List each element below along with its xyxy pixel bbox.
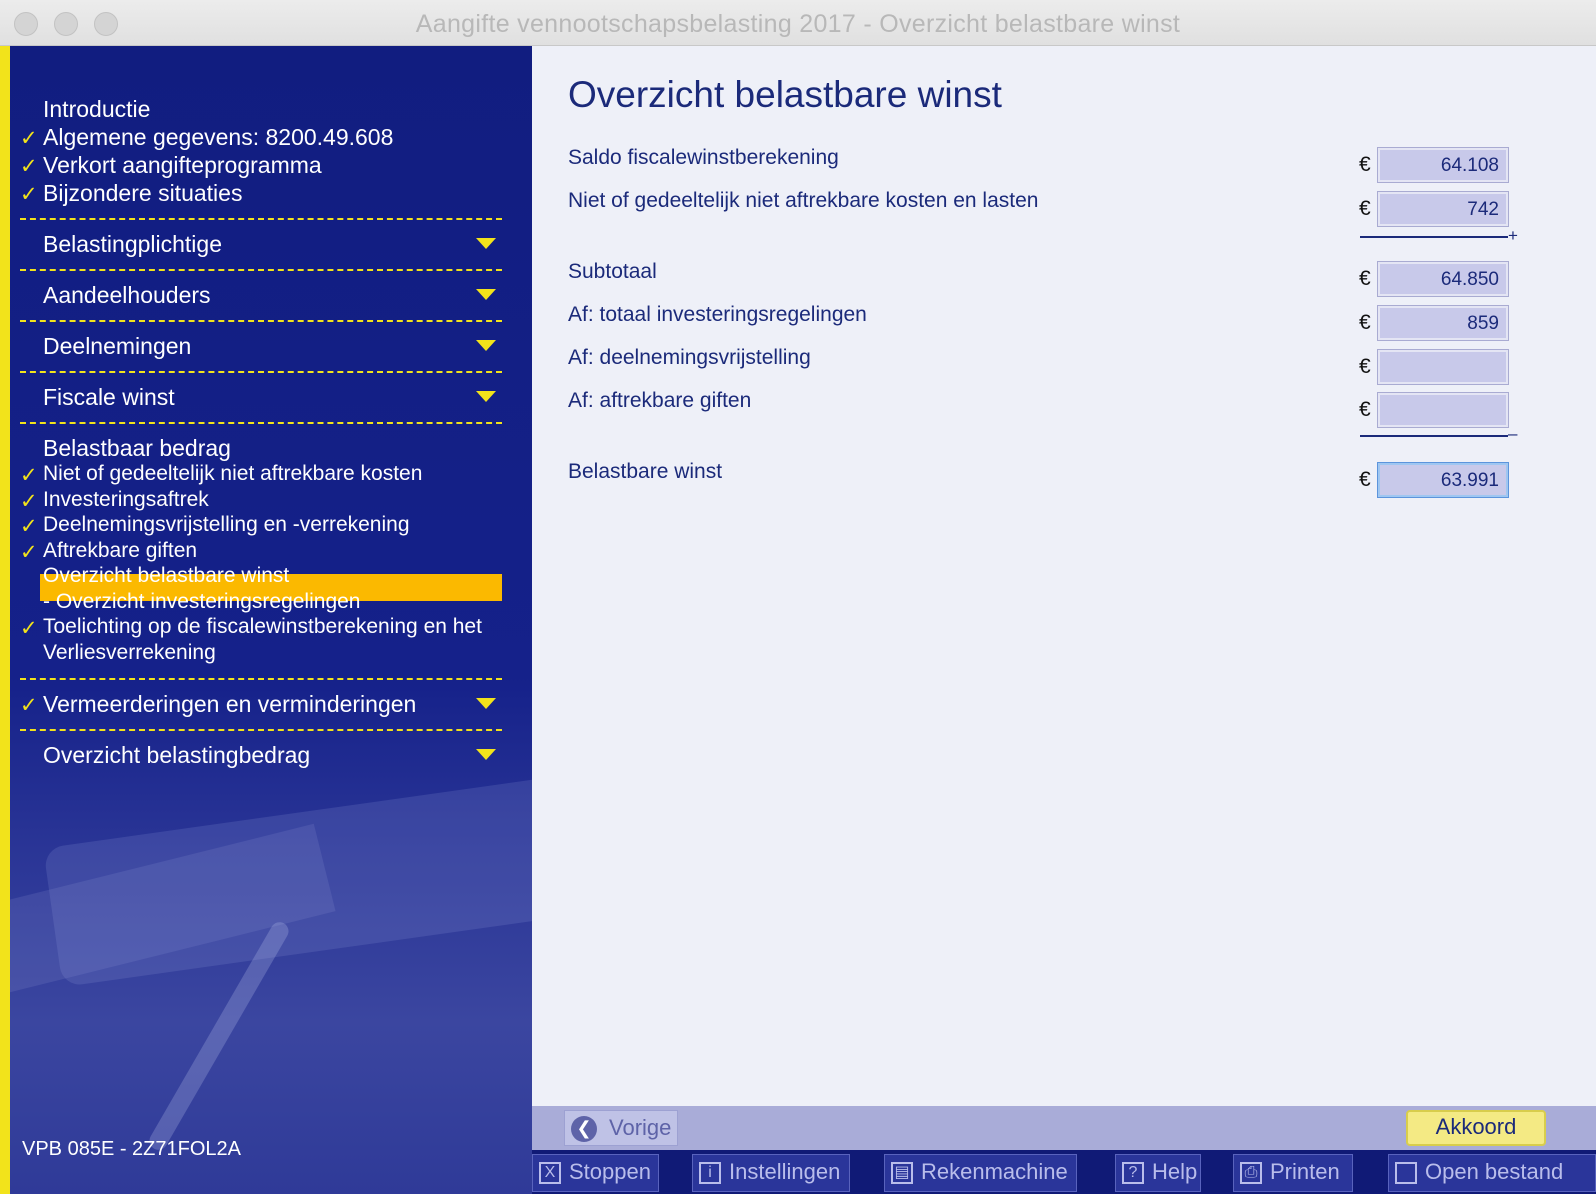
row-label-investeringsregelingen: Af: totaal investeringsregelingen	[568, 303, 867, 326]
euro-sign: €	[1359, 311, 1371, 334]
help-button-label: Help	[1152, 1159, 1198, 1184]
subtotaal-field[interactable]: 64.850	[1377, 261, 1509, 297]
sidebar-item-verliesverrekening[interactable]: Verliesverrekening	[43, 641, 216, 665]
open-file-button[interactable]: Open bestand	[1388, 1154, 1596, 1192]
row-label-aftrekbare-giften: Af: aftrekbare giften	[568, 389, 752, 412]
stop-button-label: Stoppen	[569, 1159, 651, 1184]
sidebar-divider	[20, 422, 502, 424]
euro-sign: €	[1359, 197, 1371, 220]
investeringsregelingen-field[interactable]: 859	[1377, 305, 1509, 341]
check-icon: ✓	[20, 183, 38, 206]
expand-arrow-icon[interactable]	[476, 749, 496, 760]
check-icon: ✓	[20, 694, 38, 717]
sidebar-accent-strip	[0, 46, 10, 1194]
close-box-icon: X	[539, 1162, 561, 1184]
sidebar-item-deelnemingsvrijstelling[interactable]: Deelnemingsvrijstelling en -verrekening	[43, 513, 410, 537]
check-icon: ✓	[20, 515, 38, 538]
sidebar-divider	[20, 729, 502, 731]
expand-arrow-icon[interactable]	[476, 698, 496, 709]
check-icon: ✓	[20, 464, 38, 487]
sidebar-item-introductie[interactable]: Introductie	[43, 96, 150, 123]
sidebar-divider	[20, 218, 502, 220]
open-file-button-label: Open bestand	[1425, 1159, 1564, 1184]
expand-arrow-icon[interactable]	[476, 391, 496, 402]
euro-sign: €	[1359, 468, 1371, 491]
sidebar-item-bijzondere-situaties[interactable]: Bijzondere situaties	[43, 180, 242, 207]
sidebar-item-aandeelhouders[interactable]: Aandeelhouders	[43, 282, 211, 309]
expand-arrow-icon[interactable]	[476, 340, 496, 351]
sidebar-divider	[20, 371, 502, 373]
euro-sign: €	[1359, 355, 1371, 378]
sidebar-item-fiscale-winst[interactable]: Fiscale winst	[43, 384, 175, 411]
navigation-bar: ❮ Vorige Akkoord	[532, 1106, 1596, 1150]
back-arrow-icon: ❮	[571, 1116, 597, 1142]
calculator-button-label: Rekenmachine	[921, 1159, 1068, 1184]
bottom-toolbar: X Stoppen i Instellingen ▤ Rekenmachine …	[532, 1150, 1596, 1194]
row-label-deelnemingsvrijstelling: Af: deelnemingsvrijstelling	[568, 346, 811, 369]
check-icon: ✓	[20, 155, 38, 178]
print-button-label: Printen	[1270, 1159, 1340, 1184]
check-icon: ✓	[20, 617, 38, 640]
euro-sign: €	[1359, 153, 1371, 176]
check-icon: ✓	[20, 541, 38, 564]
sidebar-item-overzicht-investeringsregelingen[interactable]: - Overzicht investeringsregelingen	[43, 590, 360, 614]
main-panel: Overzicht belastbare winst Saldo fiscale…	[532, 46, 1596, 1106]
sidebar-item-algemene-gegevens[interactable]: Algemene gegevens: 8200.49.608	[43, 124, 393, 151]
plus-sign: +	[1508, 226, 1518, 245]
stop-button[interactable]: X Stoppen	[532, 1154, 659, 1192]
row-label-niet-aftrekbare: Niet of gedeeltelijk niet aftrekbare kos…	[568, 189, 1039, 212]
check-icon: ✓	[20, 490, 38, 513]
window-titlebar: Aangifte vennootschapsbelasting 2017 - O…	[0, 0, 1596, 46]
expand-arrow-icon[interactable]	[476, 238, 496, 249]
previous-button-label: Vorige	[609, 1115, 672, 1140]
sidebar-divider	[20, 678, 502, 680]
sidebar-item-verkort-aangifteprogramma[interactable]: Verkort aangifteprogramma	[43, 152, 322, 179]
settings-button[interactable]: i Instellingen	[692, 1154, 850, 1192]
calculator-button[interactable]: ▤ Rekenmachine	[884, 1154, 1077, 1192]
niet-aftrekbare-field[interactable]: 742	[1377, 191, 1509, 227]
saldo-field[interactable]: 64.108	[1377, 147, 1509, 183]
help-button[interactable]: ? Help	[1115, 1154, 1201, 1192]
sidebar-item-overzicht-belastbare-winst[interactable]: Overzicht belastbare winst	[43, 564, 289, 588]
sidebar-item-vermeerderingen[interactable]: Vermeerderingen en verminderingen	[43, 691, 416, 718]
row-label-saldo: Saldo fiscalewinstberekening	[568, 146, 839, 169]
sidebar-item-belastbaar-bedrag[interactable]: Belastbaar bedrag	[43, 435, 231, 462]
sidebar-item-deelnemingen[interactable]: Deelnemingen	[43, 333, 191, 360]
sidebar: Introductie ✓ Algemene gegevens: 8200.49…	[10, 46, 532, 1194]
sidebar-item-overzicht-belastingbedrag[interactable]: Overzicht belastingbedrag	[43, 742, 310, 769]
folder-icon	[1395, 1162, 1417, 1184]
previous-button[interactable]: ❮ Vorige	[564, 1110, 678, 1146]
row-label-belastbare-winst: Belastbare winst	[568, 460, 723, 483]
form-code: VPB 085E - 2Z71FOL2A	[22, 1138, 242, 1160]
sidebar-item-investeringsaftrek[interactable]: Investeringsaftrek	[43, 488, 209, 512]
background-decoration	[43, 764, 532, 988]
euro-sign: €	[1359, 398, 1371, 421]
sidebar-item-belastingplichtige[interactable]: Belastingplichtige	[43, 231, 222, 258]
aftrekbare-giften-field[interactable]	[1377, 392, 1509, 428]
info-icon: i	[699, 1162, 721, 1184]
euro-sign: €	[1359, 267, 1371, 290]
sidebar-item-aftrekbare-giften[interactable]: Aftrekbare giften	[43, 539, 197, 563]
sum-line	[1360, 236, 1508, 238]
belastbare-winst-field[interactable]: 63.991	[1377, 462, 1509, 498]
print-button[interactable]: ⎙ Printen	[1233, 1154, 1353, 1192]
calculator-icon: ▤	[891, 1162, 913, 1184]
sum-line	[1360, 435, 1508, 437]
ok-button[interactable]: Akkoord	[1406, 1110, 1546, 1146]
sidebar-item-niet-aftrekbare-kosten[interactable]: Niet of gedeeltelijk niet aftrekbare kos…	[43, 462, 422, 486]
window-title: Aangifte vennootschapsbelasting 2017 - O…	[415, 10, 1181, 38]
check-icon: ✓	[20, 127, 38, 150]
sidebar-item-toelichting[interactable]: Toelichting op de fiscalewinstberekening…	[43, 615, 503, 639]
sidebar-divider	[20, 269, 502, 271]
settings-button-label: Instellingen	[729, 1159, 841, 1184]
page-title: Overzicht belastbare winst	[568, 74, 1002, 115]
printer-icon: ⎙	[1240, 1162, 1262, 1184]
expand-arrow-icon[interactable]	[476, 289, 496, 300]
deelnemingsvrijstelling-field[interactable]	[1377, 349, 1509, 385]
minus-sign: –	[1508, 424, 1518, 443]
sidebar-divider	[20, 320, 502, 322]
row-label-subtotaal: Subtotaal	[568, 260, 657, 283]
help-icon: ?	[1122, 1162, 1144, 1184]
